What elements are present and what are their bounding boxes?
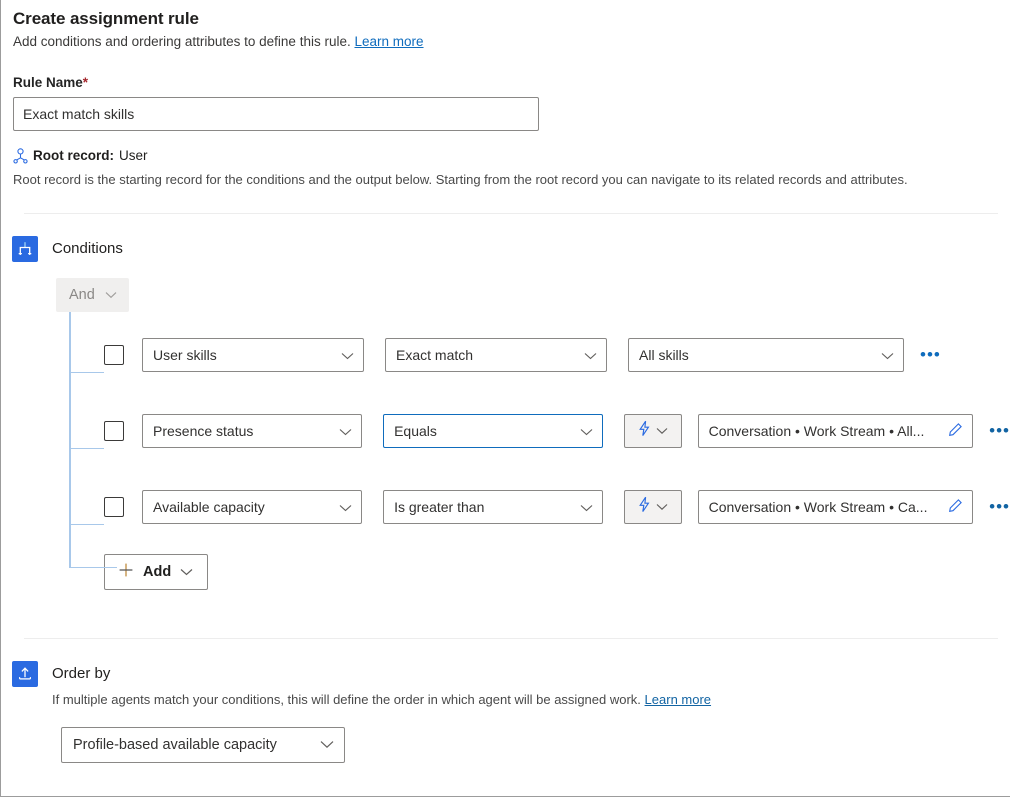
- rule-name-input[interactable]: [13, 97, 539, 131]
- condition-attribute-value: Presence status: [153, 423, 254, 439]
- edit-pencil-icon[interactable]: [948, 498, 963, 516]
- root-record-value: User: [119, 148, 148, 163]
- condition-checkbox[interactable]: [104, 497, 124, 517]
- order-by-title: Order by: [52, 665, 111, 682]
- chevron-down-icon: [656, 498, 668, 516]
- upload-sort-icon: [12, 661, 38, 687]
- logic-operator-label: And: [69, 287, 95, 303]
- condition-overflow-menu[interactable]: •••: [989, 498, 1010, 515]
- tree-stub-row-3: [69, 524, 104, 525]
- condition-attribute-dropdown[interactable]: User skills: [142, 338, 364, 372]
- condition-operator-value: Is greater than: [394, 499, 485, 515]
- condition-overflow-menu[interactable]: •••: [920, 346, 941, 363]
- conditions-body: And User skills Exact match All skills •…: [1, 278, 1010, 590]
- condition-value-text: All skills: [639, 347, 689, 363]
- dynamic-value-toggle-button[interactable]: [624, 414, 682, 448]
- page-title: Create assignment rule: [13, 9, 199, 28]
- edit-pencil-icon[interactable]: [948, 422, 963, 440]
- tree-connector-line: [69, 312, 71, 567]
- condition-value-text: Conversation • Work Stream • All...: [708, 423, 925, 439]
- condition-operator-dropdown[interactable]: Is greater than: [383, 490, 604, 524]
- root-record-label: Root record:: [33, 148, 114, 163]
- condition-dynamic-value-field[interactable]: Conversation • Work Stream • All...: [697, 414, 974, 448]
- conditions-section: Conditions And User skills Exact match A…: [1, 236, 1010, 590]
- condition-operator-dropdown[interactable]: Exact match: [385, 338, 607, 372]
- chevron-down-icon: [339, 499, 352, 515]
- condition-attribute-dropdown[interactable]: Available capacity: [142, 490, 363, 524]
- plus-icon: [118, 562, 134, 582]
- rule-name-label: Rule Name*: [13, 75, 1010, 90]
- condition-operator-value: Exact match: [396, 347, 474, 363]
- order-by-header-text: Order by If multiple agents match your c…: [52, 661, 711, 709]
- add-condition-label: Add: [143, 564, 172, 580]
- chevron-down-icon: [580, 423, 593, 439]
- order-by-learn-more-link[interactable]: Learn more: [645, 692, 711, 707]
- conditions-title: Conditions: [52, 240, 123, 257]
- tree-stub-row-2: [69, 448, 104, 449]
- condition-value-dropdown[interactable]: All skills: [628, 338, 904, 372]
- rule-name-field-block: Rule Name*: [1, 75, 1010, 131]
- order-by-description: If multiple agents match your conditions…: [52, 691, 711, 709]
- lightning-bolt-icon: [637, 420, 652, 442]
- chevron-down-icon: [105, 287, 117, 303]
- page-subtitle-text: Add conditions and ordering attributes t…: [13, 34, 351, 49]
- order-by-section-header: Order by If multiple agents match your c…: [1, 661, 1010, 709]
- divider-bottom: [24, 638, 998, 639]
- order-by-description-text: If multiple agents match your conditions…: [52, 692, 641, 707]
- create-assignment-rule-panel: Create assignment rule Add conditions an…: [0, 0, 1010, 797]
- required-asterisk: *: [82, 75, 89, 90]
- condition-row: Available capacity Is greater than Conve…: [104, 490, 1010, 524]
- conditions-section-header: Conditions: [1, 236, 1010, 262]
- order-by-section: Order by If multiple agents match your c…: [1, 661, 1010, 763]
- order-by-selected-value: Profile-based available capacity: [73, 737, 277, 753]
- chevron-down-icon: [580, 499, 593, 515]
- root-record-line: Root record: User: [1, 147, 1010, 165]
- logic-operator-wrap: And: [56, 278, 1010, 312]
- chevron-down-icon: [339, 423, 352, 439]
- header-learn-more-link[interactable]: Learn more: [354, 34, 423, 49]
- order-by-field-wrap: Profile-based available capacity: [1, 727, 1010, 763]
- logic-operator-dropdown[interactable]: And: [56, 278, 129, 312]
- chevron-down-icon: [320, 737, 334, 753]
- add-condition-button[interactable]: Add: [104, 554, 209, 590]
- chevron-down-icon: [180, 564, 193, 580]
- condition-row: Presence status Equals Conversation • Wo…: [104, 414, 1010, 448]
- page-subtitle: Add conditions and ordering attributes t…: [13, 33, 1010, 51]
- condition-attribute-value: Available capacity: [153, 499, 265, 515]
- condition-checkbox[interactable]: [104, 345, 124, 365]
- condition-overflow-menu[interactable]: •••: [989, 422, 1010, 439]
- condition-attribute-dropdown[interactable]: Presence status: [142, 414, 363, 448]
- tree-stub-add: [69, 567, 117, 568]
- condition-row: User skills Exact match All skills •••: [104, 338, 1010, 372]
- chevron-down-icon: [584, 347, 597, 363]
- person-icon: [13, 148, 28, 164]
- tree-stub-row-1: [69, 372, 104, 373]
- lightning-bolt-icon: [637, 496, 652, 518]
- order-by-dropdown[interactable]: Profile-based available capacity: [61, 727, 345, 763]
- root-record-description: Root record is the starting record for t…: [13, 172, 908, 187]
- panel-header: Create assignment rule Add conditions an…: [1, 0, 1010, 51]
- condition-operator-dropdown[interactable]: Equals: [383, 414, 604, 448]
- dynamic-value-toggle-button[interactable]: [624, 490, 682, 524]
- condition-value-text: Conversation • Work Stream • Ca...: [708, 499, 928, 515]
- add-condition-wrap: Add: [56, 554, 1010, 590]
- chevron-down-icon: [341, 347, 354, 363]
- condition-checkbox[interactable]: [104, 421, 124, 441]
- divider-top: [24, 213, 998, 214]
- condition-operator-value: Equals: [394, 423, 437, 439]
- condition-attribute-value: User skills: [153, 347, 217, 363]
- rule-name-label-text: Rule Name: [13, 75, 83, 90]
- chevron-down-icon: [656, 422, 668, 440]
- branch-icon: [12, 236, 38, 262]
- chevron-down-icon: [881, 347, 894, 363]
- condition-dynamic-value-field[interactable]: Conversation • Work Stream • Ca...: [697, 490, 974, 524]
